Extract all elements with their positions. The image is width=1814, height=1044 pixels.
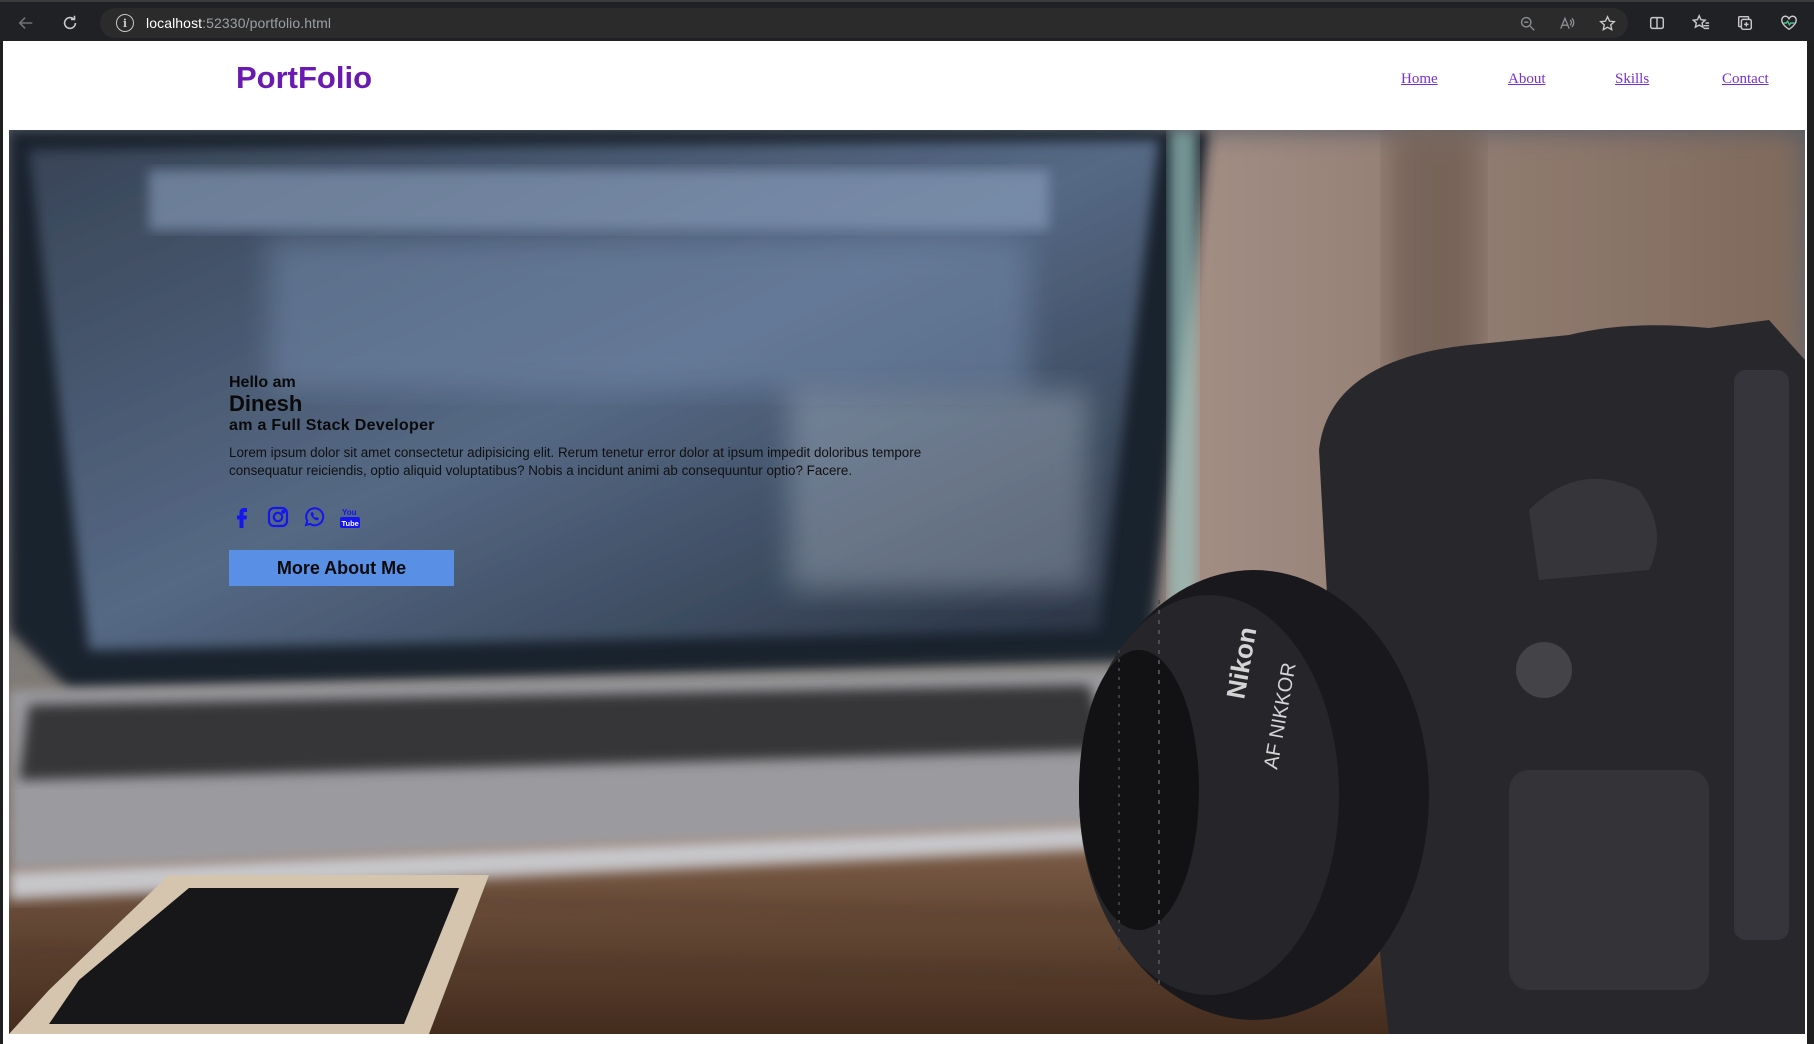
favorite-star-icon[interactable] bbox=[1597, 14, 1617, 32]
page-bottom-edge bbox=[3, 1034, 1807, 1044]
hero-description: Lorem ipsum dolor sit amet consectetur a… bbox=[229, 445, 922, 478]
performance-heart-icon[interactable] bbox=[1778, 12, 1800, 34]
more-about-me-button[interactable]: More About Me bbox=[229, 550, 454, 586]
nav-link-contact[interactable]: Contact bbox=[1722, 71, 1769, 88]
svg-text:You: You bbox=[342, 508, 357, 517]
whatsapp-icon[interactable] bbox=[301, 503, 327, 531]
instagram-icon[interactable] bbox=[265, 503, 291, 531]
read-aloud-icon[interactable] bbox=[1557, 14, 1577, 32]
social-links: You Tube bbox=[229, 502, 929, 532]
favorites-icon[interactable] bbox=[1690, 12, 1712, 34]
nav-link-home[interactable]: Home bbox=[1401, 71, 1438, 88]
browser-toolbar: i localhost:52330/portfolio.html bbox=[0, 0, 1814, 41]
site-logo[interactable]: PortFolio bbox=[236, 60, 372, 96]
hero-role: am a Full Stack Developer bbox=[229, 417, 435, 434]
hero-content: Hello am Dinesh am a Full Stack Develope… bbox=[229, 373, 929, 586]
youtube-icon[interactable]: You Tube bbox=[337, 503, 363, 531]
address-bar[interactable]: i localhost:52330/portfolio.html bbox=[100, 8, 1628, 38]
url-text[interactable]: localhost:52330/portfolio.html bbox=[146, 15, 331, 31]
nav-link-skills[interactable]: Skills bbox=[1615, 71, 1649, 88]
reload-icon[interactable] bbox=[56, 10, 84, 36]
nav-link-about[interactable]: About bbox=[1508, 71, 1546, 88]
back-icon[interactable] bbox=[12, 10, 40, 36]
zoom-out-icon[interactable] bbox=[1517, 14, 1537, 32]
split-screen-icon[interactable] bbox=[1646, 12, 1668, 34]
info-icon[interactable]: i bbox=[116, 14, 134, 32]
hero-greeting: Hello am bbox=[229, 374, 296, 391]
hero-name: Dinesh bbox=[229, 391, 303, 416]
svg-text:Tube: Tube bbox=[342, 519, 359, 528]
site-header: PortFolio Home About Skills Contact bbox=[3, 41, 1807, 129]
facebook-icon[interactable] bbox=[229, 503, 255, 531]
hero-section: Nikon AF NIKKOR Hello am Dinesh am a Ful… bbox=[9, 130, 1805, 1034]
collections-icon[interactable] bbox=[1734, 12, 1756, 34]
page-viewport: PortFolio Home About Skills Contact Niko… bbox=[3, 41, 1807, 1044]
